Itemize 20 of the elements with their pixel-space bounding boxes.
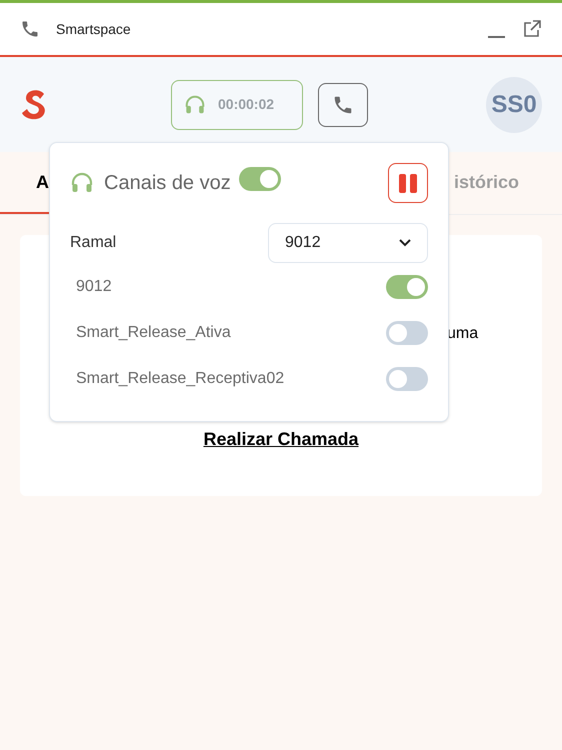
external-link-icon (522, 19, 542, 39)
headset-icon (70, 171, 94, 195)
toggle-switch[interactable] (386, 367, 428, 391)
window-title: Smartspace (56, 20, 131, 39)
channel-name: Smart_Release_Ativa (76, 323, 231, 343)
toggle-switch[interactable] (238, 167, 281, 191)
toggle-switch[interactable] (386, 275, 428, 299)
popout-button[interactable] (522, 19, 542, 39)
toggle-switch[interactable] (386, 321, 428, 345)
phone-button[interactable] (318, 82, 368, 126)
ramal-label: Ramal (70, 233, 116, 253)
make-call-link[interactable]: Realizar Chamada (203, 426, 359, 453)
headset-icon (184, 94, 206, 116)
chevron-down-icon (399, 239, 411, 247)
ramal-dropdown[interactable]: 9012 (268, 223, 428, 263)
popover-title: Canais de voz (104, 171, 231, 196)
channel-name: 9012 (76, 277, 112, 297)
pause-button[interactable] (388, 163, 428, 203)
phone-icon (20, 19, 40, 39)
channel-name: Smart_Release_Receptiva02 (76, 369, 284, 389)
